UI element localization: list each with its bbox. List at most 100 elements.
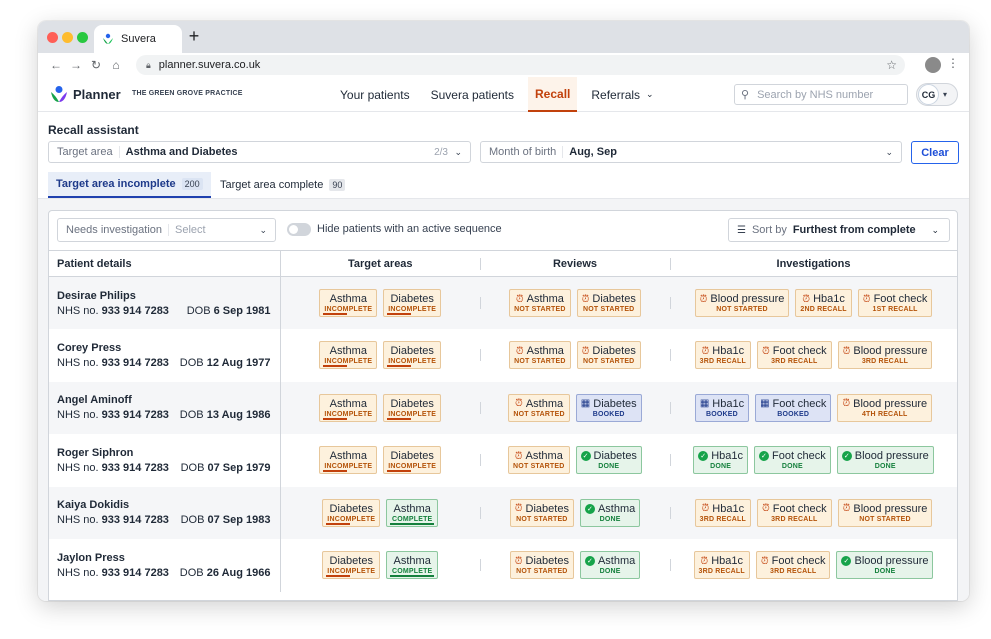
hide-active-sequence-toggle[interactable] xyxy=(287,223,311,236)
nhs-search-input[interactable]: ⚲ Search by NHS number xyxy=(734,84,908,105)
chip-title: Foot check xyxy=(873,293,928,305)
status-chip[interactable]: ⏰︎ Hba1c 3RD RECALL xyxy=(693,551,750,580)
status-chip[interactable]: ⏰︎ Asthma NOT STARTED xyxy=(509,341,571,370)
status-chip[interactable]: ✓ Blood pressure DONE xyxy=(836,551,934,580)
patient-details-cell: Angel Aminoff NHS no. 933 914 7283 DOB 1… xyxy=(49,381,281,434)
tab-target-area-incomplete[interactable]: Target area incomplete 200 xyxy=(48,172,211,198)
column-separator xyxy=(670,349,671,362)
table-row[interactable]: Corey Press NHS no. 933 914 7283 DOB 12 … xyxy=(49,329,957,382)
reload-icon[interactable]: ↻ xyxy=(86,58,106,72)
table-row[interactable]: Jaylon Press NHS no. 933 914 7283 DOB 26… xyxy=(49,539,957,592)
status-chip[interactable]: ⏰︎ Blood pressure NOT STARTED xyxy=(694,289,790,317)
tab-target-area-complete[interactable]: Target area complete 90 xyxy=(212,172,353,198)
status-chip[interactable]: ✓ Asthma DONE xyxy=(579,551,641,580)
dob-value: 12 Aug 1977 xyxy=(206,356,271,369)
forward-arrow-icon[interactable]: → xyxy=(66,58,86,72)
status-chip[interactable]: ⏰︎ Diabetes NOT STARTED xyxy=(576,341,641,370)
status-chip[interactable]: Asthma COMPLETE xyxy=(386,498,439,527)
investigation-chips: ⏰︎ Hba1c 3RD RECALL ⏰︎ Foot check 3RD RECA… xyxy=(670,551,957,580)
patient-name[interactable]: Corey Press xyxy=(57,342,280,354)
status-chip[interactable]: ⏰︎ Diabetes NOT STARTED xyxy=(509,551,574,580)
status-chip[interactable]: Diabetes INCOMPLETE xyxy=(383,341,442,370)
patient-name[interactable]: Roger Siphron xyxy=(57,447,280,459)
target-area-label: Target area xyxy=(57,146,120,158)
chip-status: NOT STARTED xyxy=(716,306,768,313)
nav-referrals[interactable]: Referrals ⌄ xyxy=(584,77,660,112)
patient-name[interactable]: Angel Aminoff xyxy=(57,394,280,406)
status-chip[interactable]: ⏰︎ Asthma NOT STARTED xyxy=(508,446,570,475)
table-row[interactable]: Roger Siphron NHS no. 933 914 7283 DOB 0… xyxy=(49,434,957,487)
chip-title: Diabetes xyxy=(592,293,636,305)
bookmark-star-icon[interactable]: ☆ xyxy=(886,58,897,72)
status-chip[interactable]: Diabetes INCOMPLETE xyxy=(383,289,442,317)
status-chip[interactable]: ⏰︎ Diabetes NOT STARTED xyxy=(576,289,641,317)
status-chip[interactable]: ⏰︎ Foot check 3RD RECALL xyxy=(756,498,832,527)
status-chip[interactable]: ⏰︎ Asthma NOT STARTED xyxy=(509,289,571,317)
status-chip[interactable]: Asthma INCOMPLETE xyxy=(319,289,378,317)
status-chip[interactable]: ⏰︎ Foot check 3RD RECALL xyxy=(755,551,831,580)
chip-title: Hba1c xyxy=(712,397,745,410)
chip-status: INCOMPLETE xyxy=(324,463,373,471)
new-tab-icon[interactable]: + xyxy=(184,26,204,47)
table-row[interactable]: Desirae Philips NHS no. 933 914 7283 DOB… xyxy=(49,276,957,329)
browser-profile-avatar[interactable] xyxy=(925,57,941,73)
status-chip[interactable]: Diabetes INCOMPLETE xyxy=(322,551,381,580)
status-chip[interactable]: ✓ Hba1c DONE xyxy=(693,446,748,475)
status-chip[interactable]: ⏰︎ Blood pressure 4TH RECALL xyxy=(837,393,933,422)
back-arrow-icon[interactable]: ← xyxy=(46,58,66,72)
sort-by-label: Sort by xyxy=(751,224,787,236)
minimize-window-button[interactable] xyxy=(62,32,73,43)
status-chip[interactable]: ⏰︎ Hba1c 3RD RECALL xyxy=(694,498,751,527)
chip-status: COMPLETE xyxy=(391,515,433,523)
table-row[interactable]: Kaiya Dokidis NHS no. 933 914 7283 DOB 0… xyxy=(49,486,957,539)
patient-name[interactable]: Jaylon Press xyxy=(57,552,280,564)
status-chip[interactable]: ✓ Foot check DONE xyxy=(753,446,831,475)
dob-value: 13 Aug 1986 xyxy=(206,409,271,422)
alarm-clock-icon: ⏰︎ xyxy=(515,293,524,305)
status-chip[interactable]: ⏰︎ Blood pressure NOT STARTED xyxy=(837,498,933,527)
status-chip[interactable]: Diabetes INCOMPLETE xyxy=(383,446,442,475)
sort-by-select[interactable]: ☰ Sort by Furthest from complete ⌄ xyxy=(728,218,950,242)
check-circle-icon: ✓ xyxy=(698,451,709,462)
investigation-chips: ⏰︎ Hba1c 3RD RECALL ⏰︎ Foot check 3RD RECA… xyxy=(670,498,957,527)
status-chip[interactable]: Asthma INCOMPLETE xyxy=(319,446,378,475)
target-area-chips: Asthma INCOMPLETE Diabetes INCOMPLETE xyxy=(281,289,481,317)
status-chip[interactable]: ⏰︎ Hba1c 3RD RECALL xyxy=(694,341,751,370)
status-chip[interactable]: ⏰︎ Foot check 3RD RECALL xyxy=(756,341,832,370)
user-menu-button[interactable]: CG ▾ xyxy=(916,83,958,106)
browser-menu-icon[interactable]: ⋮ xyxy=(947,56,959,70)
browser-tab[interactable]: Suvera xyxy=(94,25,182,53)
nav-recall[interactable]: Recall xyxy=(528,77,578,112)
status-chip[interactable]: ⏰︎ Blood pressure 3RD RECALL xyxy=(837,341,933,370)
month-of-birth-select[interactable]: Month of birth Aug, Sep ⌄ xyxy=(480,141,902,163)
status-chip[interactable]: Diabetes INCOMPLETE xyxy=(322,498,381,527)
status-chip[interactable]: ⏰︎ Diabetes NOT STARTED xyxy=(509,498,574,527)
nav-your-patients[interactable]: Your patients xyxy=(333,77,417,112)
chip-title: Blood pressure xyxy=(854,555,929,568)
status-chip[interactable]: ⏰︎ Asthma NOT STARTED xyxy=(508,393,570,422)
status-chip[interactable]: ▦ Diabetes BOOKED xyxy=(575,393,642,422)
status-chip[interactable]: ⏰︎ Hba1c 2ND RECALL xyxy=(795,289,852,317)
status-chip[interactable]: Diabetes INCOMPLETE xyxy=(383,393,442,422)
status-chip[interactable]: ▦ Foot check BOOKED xyxy=(755,393,832,422)
close-window-button[interactable] xyxy=(47,32,58,43)
nhs-prefix: NHS no. xyxy=(57,514,99,527)
status-chip[interactable]: ⏰︎ Foot check 1ST RECALL xyxy=(857,289,933,317)
status-chip[interactable]: Asthma COMPLETE xyxy=(386,551,439,580)
status-chip[interactable]: ✓ Diabetes DONE xyxy=(575,446,642,475)
status-chip[interactable]: ✓ Blood pressure DONE xyxy=(836,446,934,475)
patient-name[interactable]: Desirae Philips xyxy=(57,290,280,302)
status-chip[interactable]: ▦ Hba1c BOOKED xyxy=(694,393,750,422)
address-bar[interactable]: 🔒︎ planner.suvera.co.uk ☆ xyxy=(136,55,905,75)
home-icon[interactable]: ⌂ xyxy=(106,58,126,72)
table-row[interactable]: Angel Aminoff NHS no. 933 914 7283 DOB 1… xyxy=(49,381,957,434)
nav-suvera-patients[interactable]: Suvera patients xyxy=(424,77,521,112)
patient-name[interactable]: Kaiya Dokidis xyxy=(57,499,280,511)
status-chip[interactable]: ✓ Asthma DONE xyxy=(579,498,641,527)
target-area-select[interactable]: Target area Asthma and Diabetes 2/3 ⌄ xyxy=(48,141,471,163)
clear-button[interactable]: Clear xyxy=(911,141,959,164)
status-chip[interactable]: Asthma INCOMPLETE xyxy=(319,393,378,422)
needs-investigation-select[interactable]: Needs investigation Select ⌄ xyxy=(57,218,276,242)
status-chip[interactable]: Asthma INCOMPLETE xyxy=(319,341,378,370)
maximize-window-button[interactable] xyxy=(77,32,88,43)
